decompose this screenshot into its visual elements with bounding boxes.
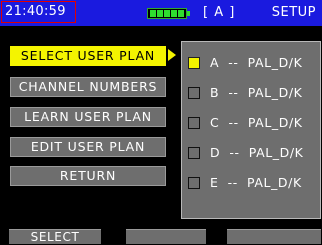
clock: 21:40:59 [1,1,76,23]
battery-cell [171,10,177,17]
menu-item-learn-user-plan[interactable]: LEARN USER PLAN [10,107,166,127]
battery-icon [147,8,187,19]
user-plan-list: A -- PAL_D/K B -- PAL_D/K C -- PAL_D/K D… [181,41,321,219]
battery-cell [178,10,184,17]
plan-option-c[interactable]: C -- PAL_D/K [188,114,318,132]
checkbox-checked[interactable] [188,57,200,69]
plan-label: B -- PAL_D/K [210,85,303,100]
page-title: SETUP [271,5,316,20]
menu-item-select-user-plan[interactable]: SELECT USER PLAN [10,46,166,66]
checkbox[interactable] [188,87,200,99]
mode-indicator: [ A ] [203,5,236,20]
plan-option-e[interactable]: E -- PAL_D/K [188,174,318,192]
plan-label: A -- PAL_D/K [210,55,303,70]
softkey-2[interactable] [126,229,206,244]
plan-label: C -- PAL_D/K [210,115,303,130]
battery-tip [187,11,190,16]
softkey-select[interactable]: SELECT [9,229,101,244]
checkbox[interactable] [188,147,200,159]
plan-label: E -- PAL_D/K [210,175,302,190]
status-bar: 21:40:59 [ A ] SETUP [0,0,322,26]
arrow-right-icon [168,49,176,61]
plan-option-d[interactable]: D -- PAL_D/K [188,144,318,162]
battery-cell [157,10,163,17]
plan-option-b[interactable]: B -- PAL_D/K [188,84,318,102]
menu-item-channel-numbers[interactable]: CHANNEL NUMBERS [10,77,166,97]
checkbox[interactable] [188,177,200,189]
plan-label: D -- PAL_D/K [210,145,304,160]
menu-item-edit-user-plan[interactable]: EDIT USER PLAN [10,137,166,157]
plan-option-a[interactable]: A -- PAL_D/K [188,54,318,72]
battery-cell [164,10,170,17]
device-screen: 21:40:59 [ A ] SETUP SELECT USER PLAN CH… [0,0,322,244]
battery-cell [150,10,156,17]
checkbox[interactable] [188,117,200,129]
menu-item-return[interactable]: RETURN [10,166,166,186]
softkey-3[interactable] [227,229,321,244]
